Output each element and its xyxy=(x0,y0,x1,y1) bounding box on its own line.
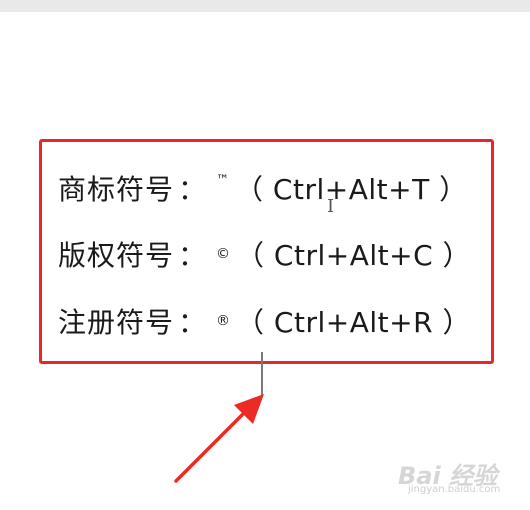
shortcut-line-registered: 注册符号 ： ® （ Ctrl+Alt+R ） xyxy=(58,297,471,345)
line-label: 注册符号 xyxy=(58,306,175,339)
registered-symbol: ® xyxy=(216,313,231,329)
line-label: 版权符号 xyxy=(58,239,175,272)
arrow-shaft xyxy=(174,405,252,483)
window-top-strip xyxy=(0,0,530,12)
watermark-url: jingyan.baidu.com xyxy=(408,484,501,495)
shortcut-keys: （ Ctrl+Alt+T ） xyxy=(235,173,468,206)
baidu-watermark: Bai 经验 jingyan.baidu.com xyxy=(398,456,516,496)
shortcut-line-trademark: 商标符号 ： ™ （ Ctrl+Alt+T ） xyxy=(58,164,468,212)
shortcut-keys: （ Ctrl+Alt+R ） xyxy=(236,306,471,339)
shortcut-line-copyright: 版权符号 ： © （ Ctrl+Alt+C ） xyxy=(58,230,471,278)
shortcut-keys: （ Ctrl+Alt+C ） xyxy=(236,239,472,272)
arrow-head-icon xyxy=(234,394,264,424)
text-cursor-icon: I xyxy=(327,196,335,217)
line-label: 商标符号 xyxy=(58,173,175,206)
line-colon: ： xyxy=(178,173,207,206)
copyright-symbol: © xyxy=(216,246,231,262)
highlight-box: 商标符号 ： ™ （ Ctrl+Alt+T ） 版权符号 ： © （ Ctrl+… xyxy=(39,139,494,364)
line-colon: ： xyxy=(178,306,207,339)
line-colon: ： xyxy=(178,239,207,272)
trademark-symbol: ™ xyxy=(216,172,230,188)
